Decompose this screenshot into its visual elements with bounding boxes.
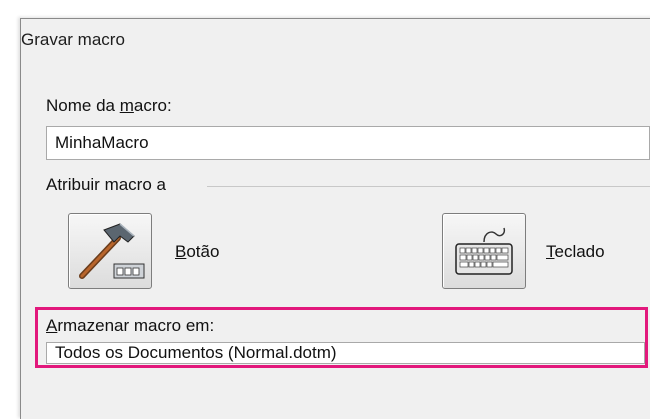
assign-button-label-accel: B xyxy=(175,242,187,261)
highlight-box xyxy=(35,307,648,368)
assign-button-label-rest: otão xyxy=(186,242,220,261)
macro-name-input[interactable]: MinhaMacro xyxy=(46,126,650,160)
assign-keyboard-label-accel: T xyxy=(546,242,555,261)
keyboard-icon xyxy=(455,227,513,275)
hammer-icon xyxy=(79,223,145,279)
macro-name-label-suffix: acro: xyxy=(133,96,172,115)
macro-name-label-prefix: Nome da xyxy=(46,96,120,115)
macro-name-label-accel: m xyxy=(119,96,134,115)
assign-keyboard-label-rest: eclado xyxy=(554,242,605,261)
macro-name-label: Nome da macro: xyxy=(46,96,172,116)
assign-macro-label: Atribuir macro a xyxy=(46,175,166,194)
dialog-title: Gravar macro xyxy=(21,30,125,49)
assign-to-keyboard[interactable] xyxy=(442,213,526,289)
assign-to-button[interactable] xyxy=(68,213,152,289)
assign-keyboard-label: Teclado xyxy=(546,242,605,262)
group-separator xyxy=(207,186,650,187)
assign-button-label: Botão xyxy=(175,242,219,262)
